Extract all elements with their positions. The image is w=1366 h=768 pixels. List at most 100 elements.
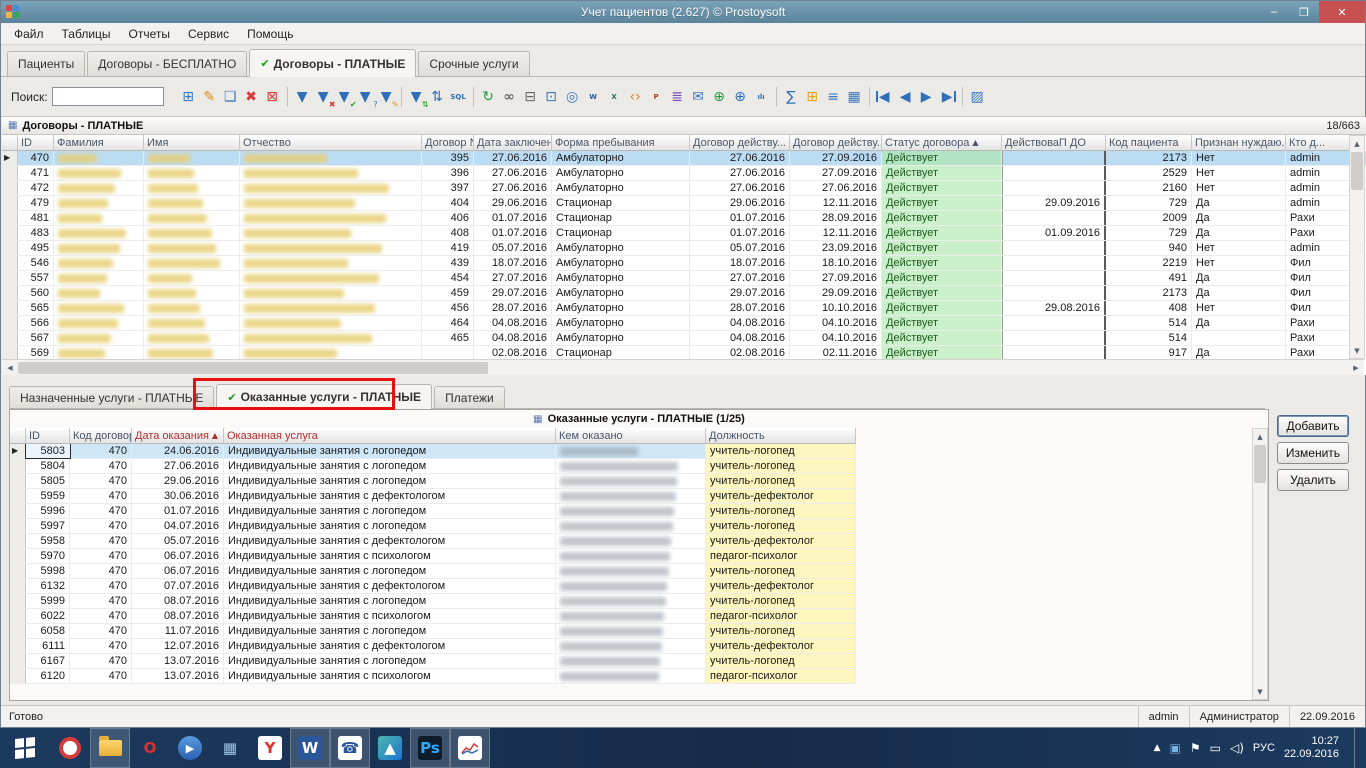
zoom-icon[interactable]: ◎ — [562, 86, 583, 107]
table-row[interactable]: 611147012.07.2016Индивидуальные занятия … — [10, 639, 856, 654]
table-row[interactable]: ▶47039527.06.2016Амбулаторно27.06.201627… — [2, 151, 1366, 166]
column-header[interactable]: ID — [26, 428, 70, 444]
table-row[interactable]: 616747013.07.2016Индивидуальные занятия … — [10, 654, 856, 669]
app-word-icon[interactable]: W — [290, 728, 330, 768]
table-row[interactable]: 56045929.07.2016Амбулаторно29.07.201629.… — [2, 286, 1366, 301]
table-row[interactable]: 48340801.07.2016Стационар01.07.201612.11… — [2, 226, 1366, 241]
table-row[interactable]: 599947008.07.2016Индивидуальные занятия … — [10, 594, 856, 609]
app-player-icon[interactable]: ▶ — [170, 728, 210, 768]
filter-advanced-icon[interactable]: ▼⇅ — [406, 86, 427, 107]
table-row[interactable]: 54643918.07.2016Амбулаторно18.07.201618.… — [2, 256, 1366, 271]
table-row[interactable]: 612047013.07.2016Индивидуальные занятия … — [10, 669, 856, 684]
table-row[interactable]: 580547029.06.2016Индивидуальные занятия … — [10, 474, 856, 489]
add-button[interactable]: Добавить — [1277, 415, 1349, 437]
tab-active[interactable]: ✔Оказанные услуги - ПЛАТНЫЕ — [216, 384, 432, 409]
filter-clear-icon[interactable]: ▼✖ — [313, 86, 334, 107]
table-row[interactable]: 580447027.06.2016Индивидуальные занятия … — [10, 459, 856, 474]
find-icon[interactable]: ∞ — [499, 86, 520, 107]
show-desktop-button[interactable] — [1354, 728, 1362, 768]
tray-expand-icon[interactable]: ▲ — [1154, 743, 1161, 753]
export-email-icon[interactable]: ✉ — [688, 86, 709, 107]
app-opera-icon[interactable]: O — [130, 728, 170, 768]
table-row[interactable]: 599647001.07.2016Индивидуальные занятия … — [10, 504, 856, 519]
services-vertical-scrollbar[interactable]: ▲ ▼ — [1252, 428, 1268, 700]
clock[interactable]: 10:27 22.09.2016 — [1284, 735, 1345, 761]
chart-icon[interactable]: ılı — [751, 86, 772, 107]
menu-item[interactable]: Отчеты — [120, 24, 179, 44]
table-row[interactable]: 602247008.07.2016Индивидуальные занятия … — [10, 609, 856, 624]
column-header[interactable]: Договор действу... — [790, 135, 882, 151]
sort-icon[interactable]: ⇅ — [427, 86, 448, 107]
export-excel-icon[interactable]: X — [604, 86, 625, 107]
nav-next-icon[interactable]: ▶ — [916, 86, 937, 107]
filter-apply-icon[interactable]: ▼✔ — [334, 86, 355, 107]
menu-item[interactable]: Таблицы — [53, 24, 120, 44]
scroll-up-icon[interactable]: ▲ — [1350, 136, 1364, 151]
table-row[interactable]: 49541905.07.2016Амбулаторно05.07.201623.… — [2, 241, 1366, 256]
column-header[interactable]: Оказанная услуга — [224, 428, 556, 444]
minimize-button[interactable]: – — [1259, 1, 1289, 23]
delete-table-icon[interactable]: ⊠ — [262, 86, 283, 107]
tray-volume-icon[interactable]: ◁) — [1230, 741, 1244, 755]
app-photos-icon[interactable]: ▲ — [370, 728, 410, 768]
scroll-down-icon[interactable]: ▼ — [1253, 684, 1267, 699]
column-header[interactable]: ID — [18, 135, 54, 151]
app-photoshop-icon[interactable]: Ps — [410, 728, 450, 768]
tab-item[interactable]: Платежи — [434, 386, 505, 408]
preview-icon[interactable]: ⊡ — [541, 86, 562, 107]
column-header[interactable]: Должность — [706, 428, 856, 444]
sql-icon[interactable]: SQL — [448, 86, 469, 107]
table-row[interactable]: 599847006.07.2016Индивидуальные занятия … — [10, 564, 856, 579]
column-header[interactable]: Форма пребывания — [552, 135, 690, 151]
export-web-icon[interactable]: ⊕ — [709, 86, 730, 107]
nav-first-icon[interactable]: ◀ — [874, 86, 895, 107]
app-phone-icon[interactable]: ☎ — [330, 728, 370, 768]
filter-edit-icon[interactable]: ▼✎ — [376, 86, 397, 107]
column-header[interactable]: Имя — [144, 135, 240, 151]
scrollbar-thumb[interactable] — [18, 362, 488, 374]
table-row[interactable]: 605847011.07.2016Индивидуальные занятия … — [10, 624, 856, 639]
delete-button[interactable]: Удалить — [1277, 469, 1349, 491]
column-header[interactable]: Код договора — [70, 428, 132, 444]
contracts-horizontal-scrollbar[interactable]: ◀ ▶ — [2, 359, 1364, 375]
tab-item[interactable]: Договоры - БЕСПЛАТНО — [87, 51, 247, 76]
app-chart-icon[interactable] — [450, 728, 490, 768]
menu-item[interactable]: Файл — [5, 24, 53, 44]
table-row[interactable]: 56902.08.2016Стационар02.08.201602.11.20… — [2, 346, 1366, 359]
table-row[interactable]: 47239727.06.2016Амбулаторно27.06.201627.… — [2, 181, 1366, 196]
table-row[interactable]: 48140601.07.2016Стационар01.07.201628.09… — [2, 211, 1366, 226]
scroll-down-icon[interactable]: ▼ — [1350, 343, 1364, 358]
app-calculator-icon[interactable]: ▦ — [210, 728, 250, 768]
column-header[interactable]: ДействоваП ДО — [1002, 135, 1106, 151]
app-yandex-icon[interactable]: Y — [250, 728, 290, 768]
table-row[interactable]: 597047006.07.2016Индивидуальные занятия … — [10, 549, 856, 564]
tray-app-icon[interactable]: ▣ — [1170, 741, 1181, 755]
table-row[interactable]: 55745427.07.2016Амбулаторно27.07.201627.… — [2, 271, 1366, 286]
scrollbar-thumb[interactable] — [1351, 152, 1363, 190]
sum-icon[interactable]: ∑ — [781, 86, 802, 107]
scroll-up-icon[interactable]: ▲ — [1253, 429, 1267, 444]
column-header[interactable]: Кем оказано — [556, 428, 706, 444]
edit-button[interactable]: Изменить — [1277, 442, 1349, 464]
column-header[interactable]: Фамилия — [54, 135, 144, 151]
image-view-icon[interactable]: ▨ — [967, 86, 988, 107]
scrollbar-thumb[interactable] — [1254, 445, 1266, 483]
column-header[interactable]: Договор № — [422, 135, 474, 151]
column-header[interactable]: Признан нуждаю... — [1192, 135, 1286, 151]
scroll-left-icon[interactable]: ◀ — [2, 360, 18, 375]
column-header[interactable]: Договор действу... — [690, 135, 790, 151]
tab-item[interactable]: Срочные услуги — [418, 51, 529, 76]
column-header[interactable]: Код пациента — [1106, 135, 1192, 151]
table-row[interactable]: 595847005.07.2016Индивидуальные занятия … — [10, 534, 856, 549]
print-icon[interactable]: ⊟ — [520, 86, 541, 107]
scroll-right-icon[interactable]: ▶ — [1348, 360, 1364, 375]
export-html-icon[interactable]: ‹› — [625, 86, 646, 107]
insert-row-icon[interactable]: ⊞ — [802, 86, 823, 107]
language-indicator[interactable]: РУС — [1253, 742, 1275, 754]
add-record-icon[interactable]: ⊞ — [178, 86, 199, 107]
nav-last-icon[interactable]: ▶ — [937, 86, 958, 107]
export-word-icon[interactable]: W — [583, 86, 604, 107]
tab-active[interactable]: ✔Договоры - ПЛАТНЫЕ — [249, 49, 416, 77]
search-input[interactable] — [52, 87, 164, 106]
menu-item[interactable]: Сервис — [179, 24, 238, 44]
